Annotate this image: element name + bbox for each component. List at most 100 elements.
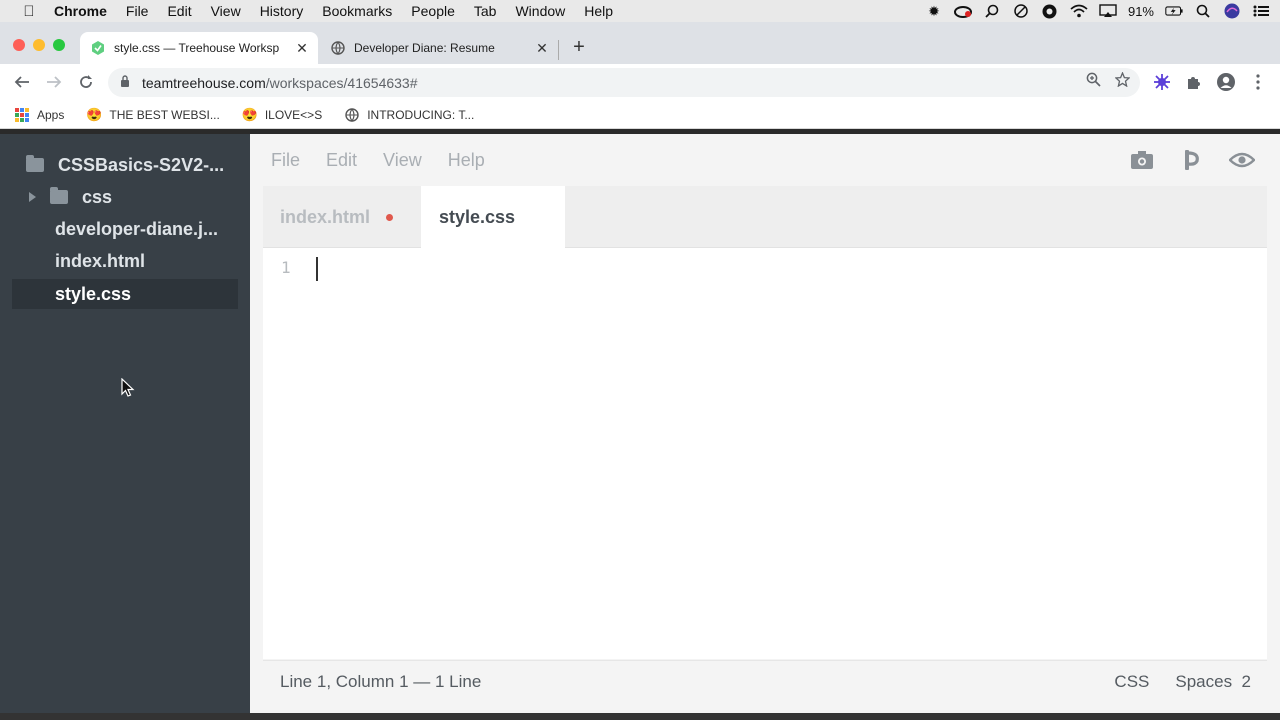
lock-icon[interactable] (118, 75, 132, 90)
editor-tab-index-html[interactable]: index.html (263, 186, 421, 248)
bookmark-label: ILOVE<>S (264, 107, 323, 122)
editor-tab-style-css[interactable]: style.css (421, 186, 565, 248)
menu-file[interactable]: File (126, 3, 149, 19)
bookmark-label: INTRODUCING: T... (367, 107, 475, 122)
bookmark-introducing[interactable]: INTRODUCING: T... (344, 107, 474, 123)
project-root[interactable]: CSSBasics-S2V2-... (26, 150, 238, 180)
apps-grid-icon (14, 107, 30, 123)
menu-edit[interactable]: Edit (167, 3, 191, 19)
treehouse-favicon-icon (90, 40, 106, 56)
sidebar-item-label: style.css (55, 283, 132, 304)
line-number: 1 (281, 258, 291, 277)
bookmark-ilove[interactable]: 😍 ILOVE<>S (242, 107, 322, 123)
tab-title: Developer Diane: Resume (354, 41, 495, 55)
address-bar[interactable]: teamtreehouse.com/workspaces/41654633# (108, 68, 1140, 97)
window-minimize-button[interactable] (33, 39, 45, 51)
sidebar-item-label: developer-diane.j... (55, 218, 219, 239)
forward-arrow-icon[interactable] (42, 70, 66, 94)
bookmarks-bar: Apps 😍 THE BEST WEBSI... 😍 ILOVE<>S INTR… (0, 101, 1280, 129)
apple-menu-icon[interactable]:  (20, 3, 38, 20)
battery-charging-icon[interactable] (1165, 3, 1183, 19)
sidebar-item-index-html[interactable]: index.html (12, 246, 238, 276)
snapshot-camera-icon[interactable] (1129, 148, 1155, 172)
language-mode[interactable]: CSS (1114, 672, 1149, 692)
macos-menu-bar:  Chrome File Edit View History Bookmark… (0, 0, 1280, 22)
url-host: teamtreehouse.com (142, 74, 266, 91)
editor-tab-bar: index.html style.css (263, 186, 1267, 248)
puzzle-extensions-icon[interactable] (1184, 72, 1204, 92)
menu-window[interactable]: Window (515, 3, 565, 19)
browser-tab-strip: style.css — Treehouse Worksp ✕ Developer… (0, 22, 1280, 64)
folder-icon (26, 155, 44, 172)
menu-people[interactable]: People (411, 3, 455, 19)
tab-close-icon[interactable]: ✕ (532, 40, 552, 57)
creative-cloud-icon[interactable] (953, 3, 972, 19)
editor-menu-bar: File Edit View Help (250, 134, 1280, 186)
airplay-icon[interactable] (1099, 3, 1117, 19)
heart-eyes-emoji-icon: 😍 (241, 106, 258, 122)
do-not-disturb-icon[interactable] (1012, 3, 1030, 19)
window-zoom-button[interactable] (53, 39, 65, 51)
new-tab-button[interactable]: + (568, 36, 590, 58)
sidebar-item-label: css (82, 186, 113, 207)
expand-caret-icon[interactable] (29, 192, 36, 202)
search-status-icon[interactable] (983, 3, 1001, 19)
tab-close-icon[interactable]: ✕ (292, 40, 312, 57)
siri-icon[interactable] (1223, 3, 1241, 19)
editor-menu-help[interactable]: Help (448, 150, 485, 171)
tab-developer-diane[interactable]: Developer Diane: Resume ✕ (320, 32, 558, 64)
browser-toolbar: teamtreehouse.com/workspaces/41654633# (0, 64, 1280, 101)
chrome-menu-icon[interactable] (1248, 72, 1268, 92)
indentation-setting[interactable]: Spaces 2 (1175, 672, 1251, 692)
sidebar-item-label: index.html (55, 250, 146, 271)
menu-tab[interactable]: Tab (474, 3, 497, 19)
heart-eyes-emoji-icon: 😍 (86, 106, 103, 122)
back-arrow-icon[interactable] (10, 70, 34, 94)
unsaved-indicator-dot (386, 213, 394, 221)
menu-help[interactable]: Help (584, 3, 613, 19)
treehouse-workspace: CSSBasics-S2V2-... css developer-diane.j… (0, 134, 1280, 713)
bookmark-apps[interactable]: Apps (14, 107, 64, 123)
menu-history[interactable]: History (260, 3, 304, 19)
mouse-pointer-icon (121, 378, 135, 397)
tab-title: style.css — Treehouse Worksp (114, 41, 280, 55)
window-close-button[interactable] (13, 39, 25, 51)
sidebar-item-developer-diane[interactable]: developer-diane.j... (12, 214, 238, 244)
notification-center-icon[interactable] (1252, 3, 1270, 19)
editor-menu-file[interactable]: File (271, 150, 300, 171)
editor-status-bar: Line 1, Column 1 — 1 Line CSS Spaces 2 (263, 660, 1267, 702)
folder-icon (50, 187, 68, 204)
menu-view[interactable]: View (211, 3, 241, 19)
fork-icon[interactable] (1179, 148, 1205, 172)
menu-app-chrome[interactable]: Chrome (54, 3, 107, 19)
battery-percent: 91% (1127, 3, 1154, 19)
globe-icon (344, 107, 360, 123)
preview-eye-icon[interactable] (1229, 148, 1255, 172)
gear-icon[interactable]: ✹ (925, 3, 943, 19)
sidebar-item-css-folder[interactable]: css (29, 182, 238, 212)
zoom-icon[interactable] (1086, 72, 1101, 91)
bookmark-the-best-websi[interactable]: 😍 THE BEST WEBSI... (86, 106, 220, 123)
text-cursor (316, 257, 318, 281)
profile-avatar-icon[interactable] (1216, 72, 1236, 92)
url-path: /workspaces/41654633# (265, 74, 418, 91)
sidebar-item-style-css[interactable]: style.css (12, 279, 238, 309)
window-bottom-edge (0, 713, 1280, 720)
editor-menu-view[interactable]: View (383, 150, 422, 171)
bookmark-star-icon[interactable] (1114, 71, 1131, 91)
extension-icon[interactable] (1152, 72, 1172, 92)
editor-tab-label: style.css (439, 206, 516, 227)
vpn-icon[interactable] (1041, 3, 1059, 19)
file-tree-sidebar: CSSBasics-S2V2-... css developer-diane.j… (0, 134, 250, 713)
wifi-icon[interactable] (1070, 3, 1088, 19)
tab-separator (558, 40, 559, 60)
menu-bookmarks[interactable]: Bookmarks (322, 3, 392, 19)
spotlight-icon[interactable] (1194, 3, 1212, 19)
project-name: CSSBasics-S2V2-... (58, 154, 225, 175)
tab-style-css[interactable]: style.css — Treehouse Worksp ✕ (80, 32, 318, 64)
editor-menu-edit[interactable]: Edit (326, 150, 357, 171)
code-editor[interactable]: 1 (263, 248, 1267, 659)
globe-icon (330, 40, 346, 56)
cursor-position: Line 1, Column 1 — 1 Line (280, 671, 482, 691)
reload-icon[interactable] (74, 70, 98, 94)
